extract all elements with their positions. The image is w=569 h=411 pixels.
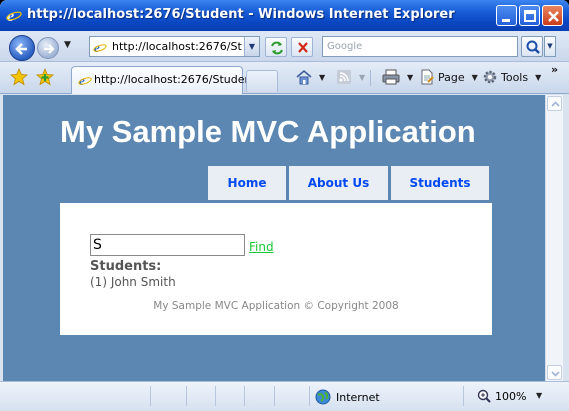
ie-logo-icon: e [6,8,22,23]
address-url[interactable]: http://localhost:2676/Student [112,40,242,53]
tools-menu-button[interactable]: Tools ▼ [482,68,541,86]
list-item: (1) John Smith [90,275,176,289]
status-divider [463,386,464,406]
magnifier-icon [526,40,540,54]
menu-item-home[interactable]: Home [208,166,286,200]
toolbar-overflow-chevron[interactable]: » [551,63,558,76]
maximize-icon [524,10,536,22]
student-search-input[interactable]: S [90,234,245,256]
refresh-button[interactable] [265,37,287,57]
favorites-star-icon[interactable] [10,68,28,86]
page-menu-button[interactable]: Page ▼ [419,68,478,86]
status-divider [309,386,310,406]
minimize-icon [502,19,510,22]
recent-pages-dropdown[interactable]: ▼ [64,40,71,50]
refresh-icon [271,41,283,55]
add-favorites-icon[interactable] [36,68,54,86]
page-footer: My Sample MVC Application © Copyright 20… [153,300,399,312]
chevron-up-icon [551,101,560,107]
toolbar-separator [370,70,371,86]
address-dropdown-button[interactable]: ▼ [244,37,259,56]
home-icon [296,69,312,85]
find-link[interactable]: Find [249,240,274,254]
status-divider [274,386,275,406]
menu-item-about-us[interactable]: About Us [289,166,388,200]
address-field[interactable]: e http://localhost:2676/Student ▼ [89,36,260,57]
scroll-down-button[interactable] [547,365,562,380]
status-divider [186,386,187,406]
stop-icon [298,42,308,53]
back-arrow-icon [15,43,27,55]
status-divider [215,386,216,406]
chevron-down-icon [551,371,560,377]
site-menu: Home About Us Students [208,166,489,200]
page-viewport: My Sample MVC Application Home About Us … [3,95,545,381]
search-placeholder: Google [327,41,363,52]
site-title: My Sample MVC Application [60,114,476,149]
minimize-button[interactable] [496,5,517,26]
zoom-magnifier-icon [477,389,491,403]
page-icon [421,69,434,85]
feeds-button[interactable]: ▼ [336,68,365,86]
menu-item-students[interactable]: Students [391,166,489,200]
print-button[interactable]: ▼ [382,68,413,86]
page-menu-label: Page [438,70,465,84]
home-button[interactable]: ▼ [296,68,325,86]
students-heading: Students: [90,259,162,274]
scroll-up-button[interactable] [547,96,562,111]
status-divider [150,386,151,406]
security-zone-label: Internet [336,390,380,404]
status-bar: Internet 100% ▼ [0,381,569,411]
title-bar: e http://localhost:2676/Student - Window… [0,0,569,31]
main-content: S Find Students: (1) John Smith My Sampl… [60,203,492,335]
zoom-dropdown[interactable]: ▼ [536,391,542,400]
maximize-button[interactable] [519,5,540,26]
ie-page-icon: e [78,73,92,87]
status-divider [244,386,245,406]
ie-page-icon: e [93,40,107,54]
close-button[interactable] [542,5,563,26]
search-button[interactable] [521,36,543,57]
zoom-level: 100% [495,389,527,403]
search-options-button[interactable]: ▼ [544,36,556,57]
window-frame-right [563,95,569,381]
gear-icon [483,70,497,84]
vertical-scrollbar[interactable] [545,95,563,381]
tools-menu-label: Tools [501,70,529,84]
browser-window: e http://localhost:2676/Student - Window… [0,0,569,411]
tab-label: http://localhost:2676/Student [94,73,256,86]
back-button[interactable] [9,35,35,61]
new-tab-button[interactable] [246,70,278,92]
tab-current-page[interactable]: e http://localhost:2676/Student [71,66,256,94]
globe-icon [315,389,331,405]
security-zone[interactable]: Internet [315,389,380,405]
search-field[interactable]: Google [322,36,518,57]
forward-button[interactable] [37,37,59,59]
printer-icon [382,69,400,85]
stop-button[interactable] [291,37,313,57]
rss-feed-icon [337,70,351,84]
forward-arrow-icon [44,44,55,54]
window-title: http://localhost:2676/Student - Windows … [27,7,455,22]
zoom-control[interactable]: 100% [477,389,526,403]
close-icon [548,11,559,22]
